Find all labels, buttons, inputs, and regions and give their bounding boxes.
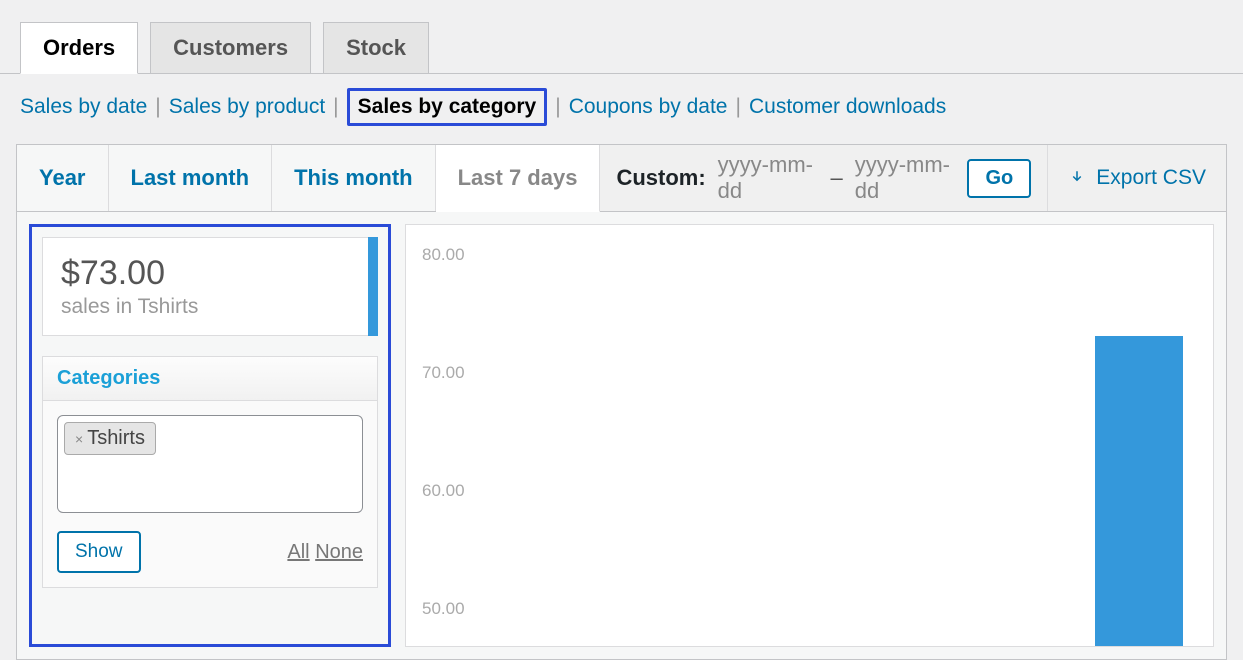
- categories-panel: Categories × Tshirts Show All None: [42, 356, 378, 588]
- select-none-link[interactable]: None: [315, 541, 363, 563]
- categories-title: Categories: [43, 357, 377, 401]
- separator: |: [155, 95, 160, 119]
- range-this-month[interactable]: This month: [272, 145, 436, 211]
- report-sidebar: $73.00 sales in Tshirts Categories × Tsh…: [29, 224, 391, 647]
- categories-body: × Tshirts Show All None: [43, 401, 377, 587]
- date-range-bar: Year Last month This month Last 7 days C…: [17, 145, 1226, 212]
- range-last-month[interactable]: Last month: [109, 145, 273, 211]
- primary-tabs: Orders Customers Stock: [0, 0, 1243, 74]
- range-custom: Custom: yyyy-mm-dd – yyyy-mm-dd Go: [600, 145, 1048, 211]
- report-panel: Year Last month This month Last 7 days C…: [16, 144, 1227, 660]
- remove-tag-icon[interactable]: ×: [75, 431, 83, 447]
- chart-plot-area: [486, 245, 1193, 646]
- y-tick: 60.00: [422, 481, 465, 501]
- chart-bar: [1095, 336, 1183, 646]
- categories-actions: Show All None: [57, 531, 363, 573]
- tab-orders[interactable]: Orders: [20, 22, 138, 74]
- subnav-sales-by-product[interactable]: Sales by product: [169, 95, 325, 119]
- dash: –: [830, 165, 842, 191]
- category-tag[interactable]: × Tshirts: [64, 422, 156, 455]
- subnav-customer-downloads[interactable]: Customer downloads: [749, 95, 946, 119]
- separator: |: [736, 95, 741, 119]
- y-tick: 80.00: [422, 245, 465, 265]
- custom-from-input[interactable]: yyyy-mm-dd: [718, 152, 819, 204]
- subnav-coupons-by-date[interactable]: Coupons by date: [569, 95, 728, 119]
- stat-label: sales in Tshirts: [61, 295, 359, 319]
- separator: |: [333, 95, 338, 119]
- subnav-sales-by-date[interactable]: Sales by date: [20, 95, 147, 119]
- download-icon: [1068, 169, 1086, 187]
- custom-label: Custom:: [616, 165, 705, 191]
- report-body: $73.00 sales in Tshirts Categories × Tsh…: [17, 212, 1226, 659]
- y-tick: 50.00: [422, 599, 465, 619]
- range-last-7-days[interactable]: Last 7 days: [436, 145, 601, 212]
- report-subnav: Sales by date | Sales by product | Sales…: [0, 74, 1243, 144]
- select-all-none: All None: [287, 541, 363, 564]
- tab-customers[interactable]: Customers: [150, 22, 311, 74]
- go-button[interactable]: Go: [967, 159, 1031, 198]
- select-all-link[interactable]: All: [287, 541, 309, 563]
- custom-to-input[interactable]: yyyy-mm-dd: [855, 152, 956, 204]
- stat-accent-bar: [368, 237, 378, 336]
- export-csv-button[interactable]: Export CSV: [1048, 145, 1226, 211]
- range-year[interactable]: Year: [17, 145, 109, 211]
- show-button[interactable]: Show: [57, 531, 141, 573]
- separator: |: [555, 95, 560, 119]
- export-label: Export CSV: [1096, 166, 1206, 190]
- sales-chart: 80.00 70.00 60.00 50.00: [405, 224, 1214, 647]
- stat-value: $73.00: [61, 254, 359, 293]
- tab-stock[interactable]: Stock: [323, 22, 429, 74]
- subnav-sales-by-category[interactable]: Sales by category: [347, 88, 548, 126]
- categories-input[interactable]: × Tshirts: [57, 415, 363, 513]
- stat-card-sales[interactable]: $73.00 sales in Tshirts: [42, 237, 378, 336]
- tag-label: Tshirts: [87, 427, 145, 450]
- y-tick: 70.00: [422, 363, 465, 383]
